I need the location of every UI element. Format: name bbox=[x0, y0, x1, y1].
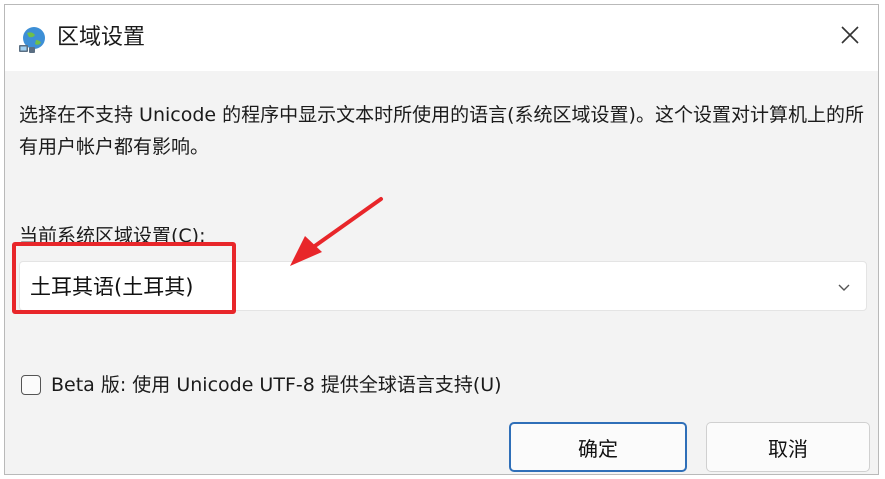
cancel-button[interactable]: 取消 bbox=[706, 422, 870, 472]
globe-network-icon bbox=[17, 25, 47, 55]
window-title: 区域设置 bbox=[57, 25, 146, 50]
close-icon bbox=[840, 25, 860, 49]
beta-utf8-label: Beta 版: 使用 Unicode UTF-8 提供全球语言支持(U) bbox=[51, 374, 502, 396]
close-button[interactable] bbox=[830, 17, 870, 57]
ok-button[interactable]: 确定 bbox=[509, 422, 687, 472]
locale-description: 选择在不支持 Unicode 的程序中显示文本时所使用的语言(系统区域设置)。这… bbox=[19, 104, 864, 158]
locale-dropdown[interactable]: 土耳其语(土耳其) bbox=[19, 261, 867, 311]
beta-utf8-checkbox[interactable] bbox=[21, 375, 41, 395]
title-bar: 区域设置 bbox=[5, 5, 878, 71]
region-settings-dialog: 区域设置 选择在不支持 Unicode 的程序中显示文本时所使用的语言(系统区域… bbox=[4, 4, 879, 475]
current-locale-label: 当前系统区域设置(C): bbox=[19, 225, 206, 247]
locale-dropdown-value: 土耳其语(土耳其) bbox=[30, 275, 194, 299]
beta-utf8-option[interactable]: Beta 版: 使用 Unicode UTF-8 提供全球语言支持(U) bbox=[21, 369, 502, 401]
chevron-down-icon bbox=[836, 279, 852, 295]
